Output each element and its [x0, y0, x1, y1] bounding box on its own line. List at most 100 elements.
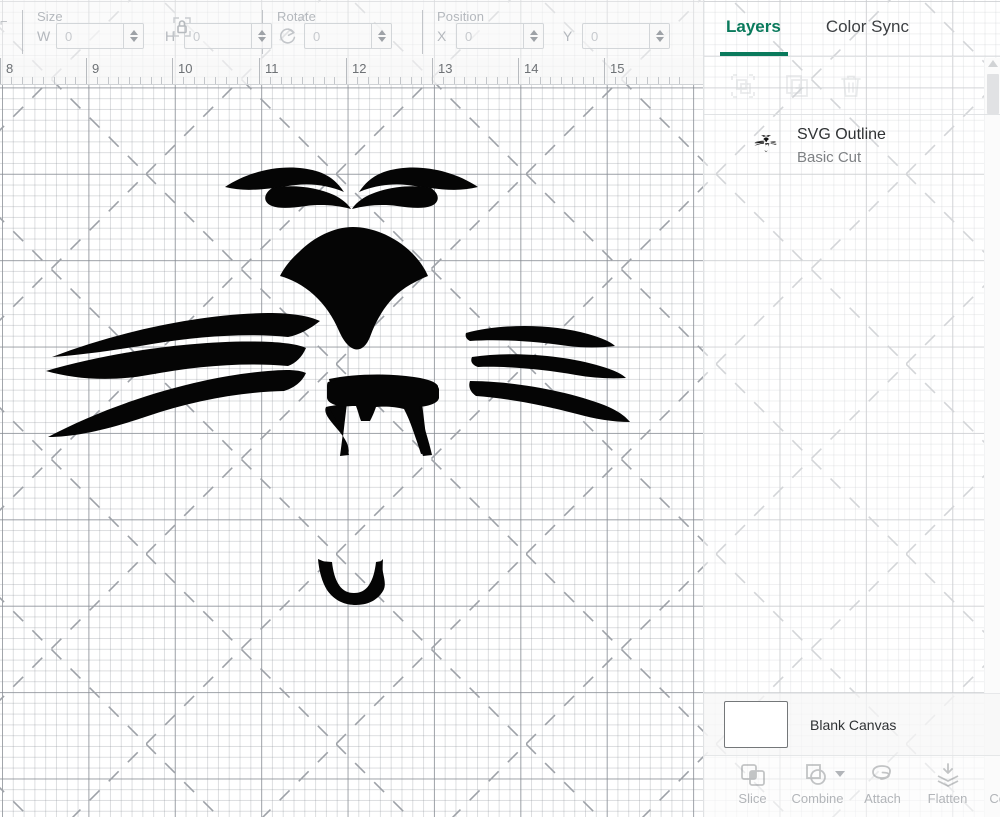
ruler-subtick	[129, 77, 130, 84]
attach-icon	[871, 765, 891, 780]
group-icon[interactable]	[730, 73, 756, 99]
ruler-subtick	[528, 77, 530, 84]
width-tag: W	[37, 28, 51, 44]
layer-text-block: SVG Outline Basic Cut	[797, 126, 886, 166]
ruler-label: 13	[438, 61, 453, 76]
shape-operations-toolbar: Slice Combine Attach Flatten C	[704, 755, 1000, 817]
ruler-subtick	[464, 77, 466, 84]
ruler-subtick	[485, 77, 487, 84]
ruler-label: 15	[610, 61, 625, 76]
ruler-label: 11	[265, 61, 279, 76]
ruler-subtick	[312, 77, 314, 84]
layer-actions-bar	[704, 57, 1000, 114]
ruler-subtick	[334, 77, 336, 84]
canvas-color-swatch[interactable]	[724, 701, 788, 748]
toolbar-left-edge: ⌐	[0, 14, 8, 29]
flatten-icon	[937, 763, 958, 787]
ruler-subtick	[571, 77, 573, 84]
pos-y-stepper[interactable]	[649, 24, 669, 48]
ruler-subtick	[32, 77, 34, 84]
ruler-subtick	[193, 77, 195, 84]
ruler-subtick	[96, 77, 98, 84]
tab-layers[interactable]: Layers	[720, 17, 788, 56]
pos-x-stepper[interactable]	[523, 24, 543, 48]
design-app-window: ⌐ Size W 0 H 0 Rotate 0 Position X 0 Y 0…	[0, 0, 1000, 817]
contour-label: Contour	[989, 791, 1000, 806]
ruler-subtick	[614, 77, 616, 84]
ruler-subtick	[10, 77, 12, 84]
transform-toolbar: ⌐ Size W 0 H 0 Rotate 0 Position X 0 Y 0	[0, 0, 703, 58]
delete-icon[interactable]	[838, 73, 864, 99]
rotate-stepper[interactable]	[371, 24, 391, 48]
ruler-tick	[432, 58, 433, 84]
ruler-label: 8	[6, 61, 14, 76]
slice-icon	[740, 764, 765, 786]
tab-color-sync[interactable]: Color Sync	[826, 17, 909, 39]
ruler-subtick	[593, 77, 595, 84]
layer-name: SVG Outline	[797, 126, 886, 143]
ruler-subtick	[204, 77, 206, 84]
ruler-subtick	[550, 77, 552, 84]
pos-y-input[interactable]: 0	[582, 23, 670, 49]
width-stepper[interactable]	[123, 24, 143, 48]
panther-face-artwork[interactable]	[0, 85, 703, 817]
ruler-subtick	[539, 77, 541, 84]
ruler-tick	[346, 58, 347, 84]
layer-operation: Basic Cut	[797, 149, 862, 166]
blank-canvas-row[interactable]: Blank Canvas	[704, 693, 1000, 755]
rotate-group: Rotate 0	[277, 2, 422, 58]
ruler-tick	[259, 58, 260, 84]
ruler-subtick	[496, 77, 498, 84]
slice-label: Slice	[738, 791, 767, 806]
contour-button[interactable]: Contour	[980, 756, 1000, 806]
horizontal-ruler[interactable]: 8 9 10 11 12 13 14 15	[0, 58, 703, 85]
width-input[interactable]: 0	[56, 23, 144, 49]
ruler-tick	[86, 58, 87, 84]
toolbar-divider-3	[422, 10, 423, 54]
combine-icon	[805, 764, 826, 785]
flatten-button[interactable]: Flatten	[915, 756, 980, 806]
rotate-label: Rotate	[277, 9, 316, 24]
ruler-subtick	[636, 77, 638, 84]
rotate-input[interactable]: 0	[304, 23, 392, 49]
aspect-lock-button[interactable]	[165, 14, 199, 40]
ruler-subtick	[53, 77, 55, 84]
ruler-subtick	[647, 77, 648, 84]
ruler-label: 10	[178, 61, 193, 76]
size-label: Size	[37, 9, 63, 24]
attach-button[interactable]: Attach	[850, 756, 915, 806]
pos-y-value: 0	[591, 28, 599, 44]
design-canvas[interactable]	[0, 85, 703, 817]
slice-button[interactable]: Slice	[720, 756, 785, 806]
ruler-subtick	[247, 77, 249, 84]
toolbar-divider	[22, 10, 23, 54]
ruler-tick	[604, 58, 605, 84]
ruler-subtick	[561, 77, 562, 84]
duplicate-icon[interactable]	[784, 73, 810, 99]
ruler-subtick	[367, 77, 369, 84]
pos-x-input[interactable]: 0	[456, 23, 544, 49]
height-stepper[interactable]	[251, 24, 271, 48]
combine-button[interactable]: Combine	[785, 756, 850, 806]
ruler-subtick	[280, 77, 282, 84]
lock-icon	[173, 17, 191, 37]
ruler-subtick	[139, 77, 141, 84]
ruler-subtick	[236, 77, 238, 84]
ruler-subtick	[453, 77, 455, 84]
ruler-tick	[172, 58, 173, 84]
rotate-icon[interactable]	[277, 25, 299, 47]
ruler-subtick	[118, 77, 120, 84]
flatten-label: Flatten	[927, 791, 968, 806]
ruler-subtick	[356, 77, 358, 84]
pos-x-tag: X	[437, 28, 447, 44]
ruler-subtick	[507, 77, 509, 84]
list-item[interactable]: SVG Outline Basic Cut	[704, 115, 1000, 177]
ruler-subtick	[269, 77, 271, 84]
panel-tabs: Layers Color Sync	[704, 0, 1000, 56]
ruler-label: 12	[352, 61, 367, 76]
ruler-label: 9	[92, 61, 100, 76]
ruler-subtick	[323, 77, 325, 84]
combine-dropdown-arrow-icon[interactable]	[835, 771, 845, 777]
rotate-value: 0	[313, 28, 321, 44]
ruler-tick	[0, 58, 1, 84]
